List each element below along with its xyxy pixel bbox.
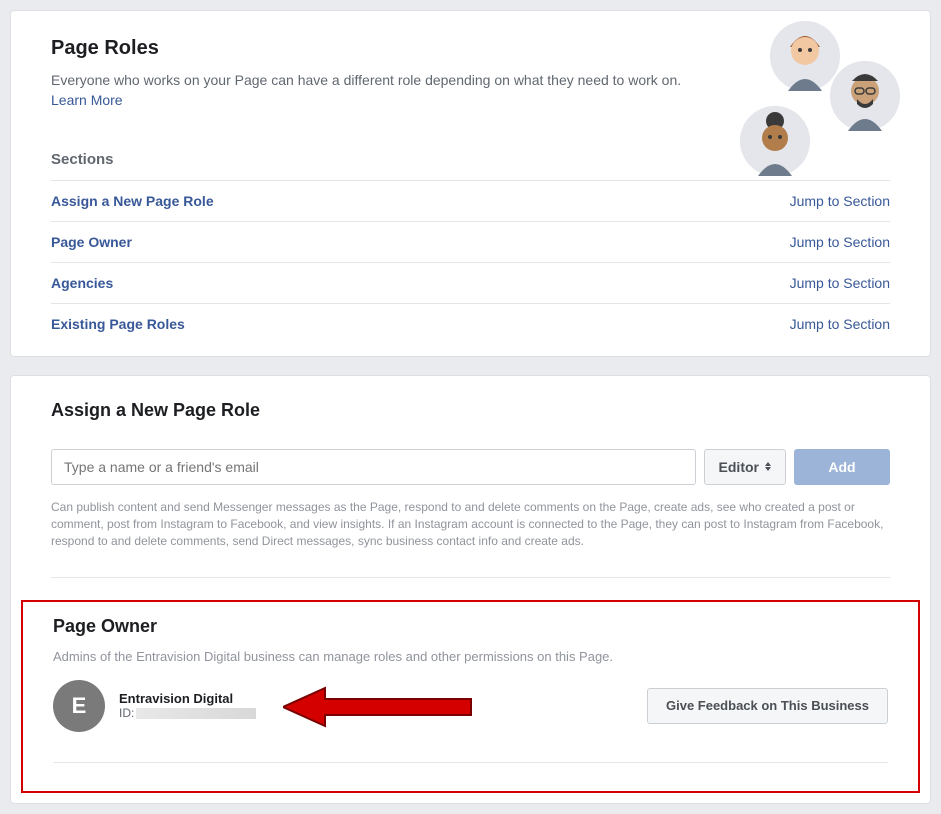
page-owner-highlight-box: Page Owner Admins of the Entravision Dig… — [21, 600, 920, 793]
toc-row-owner: Page Owner Jump to Section — [51, 221, 890, 262]
toc-row-agencies: Agencies Jump to Section — [51, 262, 890, 303]
toc-link[interactable]: Page Owner — [51, 234, 132, 250]
annotation-arrow-icon — [283, 686, 473, 728]
owner-name: Entravision Digital — [119, 691, 256, 706]
toc-row-assign: Assign a New Page Role Jump to Section — [51, 180, 890, 221]
avatar-cluster — [730, 21, 890, 181]
owner-identity: E Entravision Digital ID: — [53, 680, 256, 732]
owner-id-row: ID: — [119, 706, 256, 720]
sort-icon — [765, 462, 771, 471]
role-select-label: Editor — [719, 459, 759, 475]
owner-id-label: ID: — [119, 706, 134, 720]
page-roles-card: Page Roles Everyone who works on your Pa… — [10, 10, 931, 357]
role-description: Can publish content and send Messenger m… — [51, 499, 890, 551]
divider — [53, 762, 888, 763]
assign-heading: Assign a New Page Role — [51, 400, 890, 421]
avatar-icon — [740, 106, 810, 176]
toc-link[interactable]: Agencies — [51, 275, 113, 291]
toc-link[interactable]: Assign a New Page Role — [51, 193, 214, 209]
avatar-icon — [830, 61, 900, 131]
learn-more-link[interactable]: Learn More — [51, 92, 123, 108]
toc-row-existing: Existing Page Roles Jump to Section — [51, 303, 890, 344]
jump-to-section-link[interactable]: Jump to Section — [790, 193, 890, 209]
jump-to-section-link[interactable]: Jump to Section — [790, 234, 890, 250]
owner-id-redacted — [136, 708, 256, 719]
assign-owner-card: Assign a New Page Role Editor Add Can pu… — [10, 375, 931, 804]
intro-text: Everyone who works on your Page can have… — [51, 70, 711, 111]
jump-to-section-link[interactable]: Jump to Section — [790, 316, 890, 332]
toc-link[interactable]: Existing Page Roles — [51, 316, 185, 332]
assign-form-row: Editor Add — [51, 449, 890, 485]
role-select[interactable]: Editor — [704, 449, 786, 485]
add-button[interactable]: Add — [794, 449, 890, 485]
owner-heading: Page Owner — [53, 616, 888, 637]
owner-description: Admins of the Entravision Digital busine… — [53, 649, 888, 664]
owner-avatar: E — [53, 680, 105, 732]
name-input[interactable] — [51, 449, 696, 485]
jump-to-section-link[interactable]: Jump to Section — [790, 275, 890, 291]
intro-copy: Everyone who works on your Page can have… — [51, 72, 681, 88]
give-feedback-button[interactable]: Give Feedback on This Business — [647, 688, 888, 724]
